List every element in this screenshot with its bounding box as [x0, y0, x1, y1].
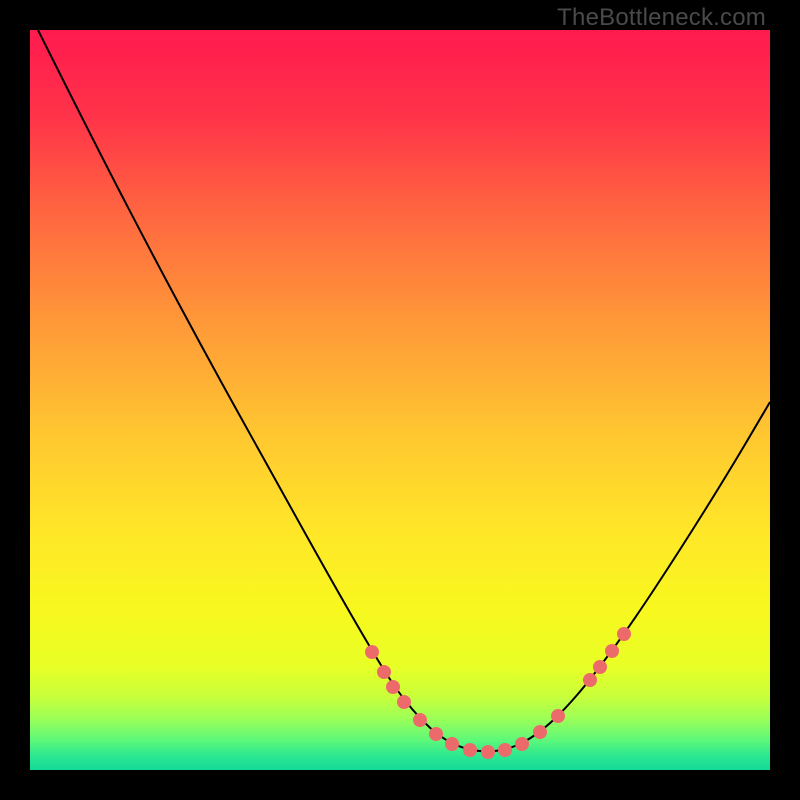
- curve-marker: [583, 673, 597, 687]
- curve-marker: [413, 713, 427, 727]
- plot-area: [30, 30, 770, 770]
- bottleneck-curve: [30, 30, 770, 770]
- curve-marker: [533, 725, 547, 739]
- curve-marker: [397, 695, 411, 709]
- curve-marker: [551, 709, 565, 723]
- curve-marker: [498, 743, 512, 757]
- curve-marker: [617, 627, 631, 641]
- curve-marker: [515, 737, 529, 751]
- curve-marker: [463, 743, 477, 757]
- curve-marker: [481, 745, 495, 759]
- curve-marker: [605, 644, 619, 658]
- curve-path: [38, 30, 770, 751]
- curve-marker: [377, 665, 391, 679]
- curve-marker: [365, 645, 379, 659]
- curve-marker: [429, 727, 443, 741]
- watermark-label: TheBottleneck.com: [557, 4, 766, 32]
- curve-marker: [593, 660, 607, 674]
- curve-marker: [386, 680, 400, 694]
- curve-marker: [445, 737, 459, 751]
- marker-group: [365, 627, 631, 759]
